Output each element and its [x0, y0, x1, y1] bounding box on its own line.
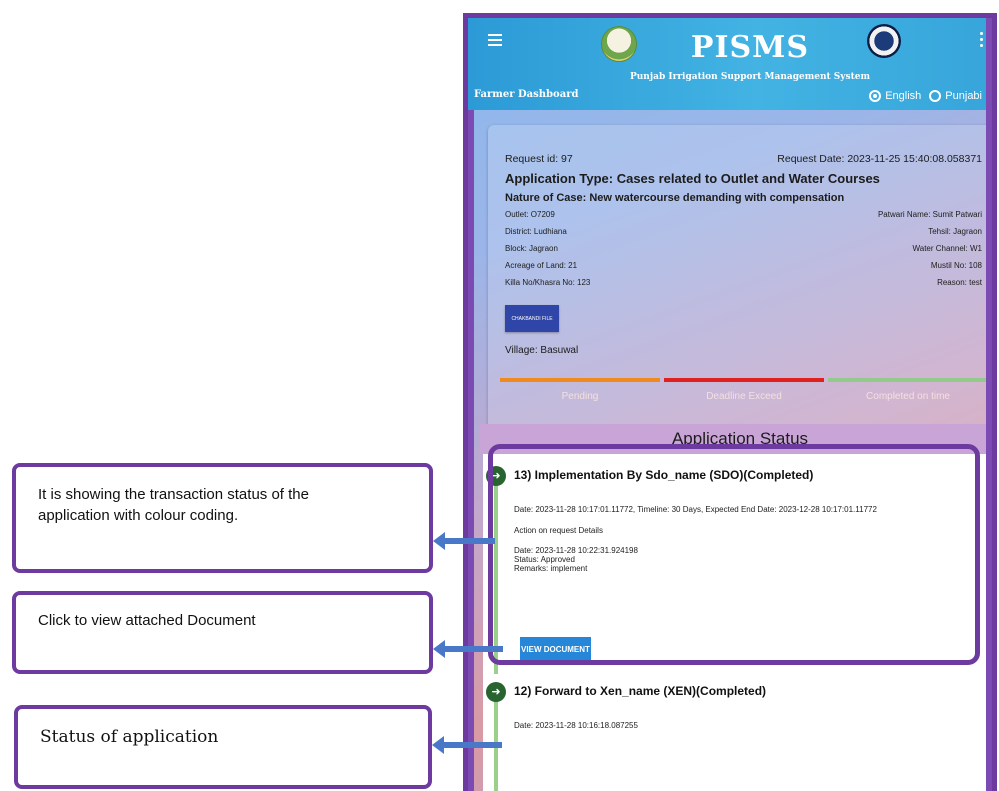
- legend-completed-bar: [828, 378, 988, 382]
- phone-screen: PISMS Punjab Irrigation Support Manageme…: [463, 13, 997, 791]
- acreage-field: Acreage of Land: 21: [505, 261, 578, 270]
- language-toggle: English Punjabi: [869, 90, 982, 102]
- tehsil-field: Tehsil: Jagraon: [928, 227, 982, 236]
- more-vert-icon[interactable]: [980, 32, 984, 48]
- legend-deadline-label: Deadline Exceed: [706, 391, 782, 402]
- request-date: Request Date: 2023-11-25 15:40:08.058371: [777, 153, 982, 165]
- annotation-transaction-status-line1: It is showing the transaction status of …: [38, 486, 309, 503]
- block-field: Block: Jagraon: [505, 244, 558, 253]
- step-12-date: Date: 2023-11-28 10:16:18.087255: [514, 721, 638, 730]
- legend-deadline-bar: [664, 378, 824, 382]
- step-12-title: 12) Forward to Xen_name (XEN)(Completed): [514, 684, 767, 698]
- legend-pending-label: Pending: [561, 391, 599, 402]
- annotation-status-of-application: [14, 705, 432, 789]
- annotation-status-text: Status of application: [40, 727, 219, 747]
- highlight-frame: [488, 444, 980, 665]
- application-type: Application Type: Cases related to Outle…: [505, 171, 880, 186]
- annotation-transaction-status-line2: application with colour coding.: [38, 507, 239, 524]
- legend-pending-bar: [500, 378, 660, 382]
- app-bar: PISMS Punjab Irrigation Support Manageme…: [468, 18, 992, 110]
- chakbandi-file-button[interactable]: CHAKBANDI FILE: [505, 305, 559, 332]
- reason-field: Reason: test: [937, 278, 982, 287]
- request-id: Request id: 97: [505, 153, 573, 165]
- nature-of-case: Nature of Case: New watercourse demandin…: [505, 192, 845, 204]
- water-channel-field: Water Channel: W1: [912, 244, 982, 253]
- mustil-field: Mustil No: 108: [930, 261, 982, 270]
- english-radio[interactable]: [869, 90, 882, 102]
- department-seal-logo: [867, 24, 901, 58]
- punjabi-radio[interactable]: [929, 90, 942, 102]
- annotation-arrow: [433, 532, 495, 550]
- punjabi-label[interactable]: Punjabi: [945, 90, 982, 102]
- arrow-right-icon: ➜: [486, 682, 506, 702]
- annotation-view-document: [12, 591, 433, 674]
- app-subtitle: Punjab Irrigation Support Management Sys…: [630, 72, 870, 82]
- village-field: Village: Basuwal: [505, 345, 579, 356]
- killa-field: Killa No/Khasra No: 123: [505, 278, 591, 287]
- district-field: District: Ludhiana: [505, 227, 567, 236]
- dashboard-label: Farmer Dashboard: [474, 89, 579, 100]
- annotation-view-document-text: Click to view attached Document: [38, 612, 256, 629]
- english-label[interactable]: English: [885, 90, 921, 102]
- tutorial-screenshot: PISMS Punjab Irrigation Support Manageme…: [0, 0, 999, 791]
- annotation-arrow: [433, 640, 503, 658]
- app-title: PISMS: [690, 30, 810, 65]
- outlet-field: Outlet: O7209: [505, 210, 555, 219]
- patwari-field: Patwari Name: Sumit Patwari: [877, 210, 982, 219]
- legend-completed-label: Completed on time: [866, 391, 950, 402]
- request-card: Request id: 97 Request Date: 2023-11-25 …: [488, 125, 992, 437]
- annotation-arrow: [432, 736, 502, 754]
